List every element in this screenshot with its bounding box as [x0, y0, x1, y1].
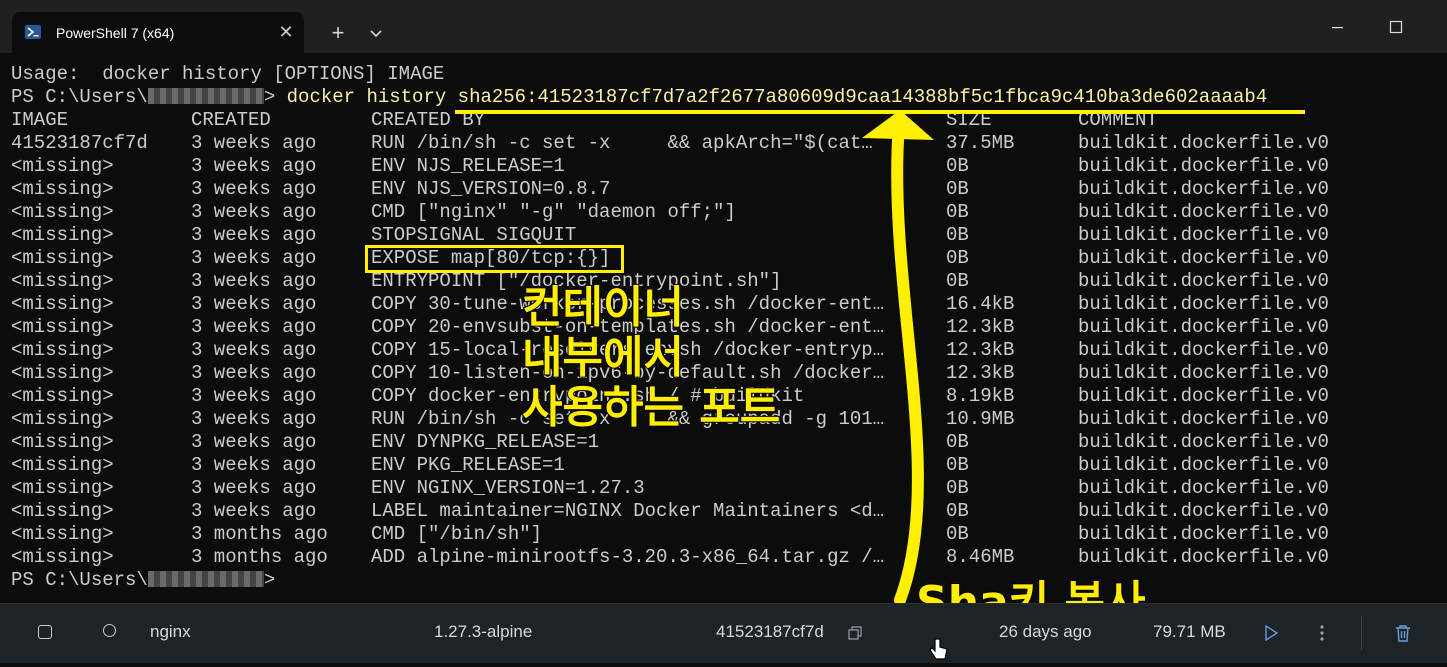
- image-created: 26 days ago: [999, 622, 1092, 641]
- status-circle-icon: [103, 624, 116, 637]
- port-note-line1: 컨테이너: [521, 282, 685, 334]
- trash-icon[interactable]: [1394, 623, 1412, 643]
- image-name[interactable]: nginx: [150, 622, 191, 642]
- port-note-line3: 사용하는 포트: [521, 382, 781, 434]
- port-note: 컨테이너 내부에서 사용하는 포트: [521, 282, 781, 434]
- row-checkbox[interactable]: [38, 625, 52, 639]
- copy-icon[interactable]: [848, 626, 862, 640]
- image-id: 41523187cf7d: [716, 622, 824, 641]
- hand-cursor-icon: [928, 637, 950, 662]
- image-tag: 1.27.3-alpine: [434, 622, 533, 641]
- action-separator: [1361, 616, 1362, 650]
- docker-image-row[interactable]: nginx 1.27.3-alpine 41523187cf7d 26 days…: [0, 603, 1447, 663]
- play-icon[interactable]: [1262, 624, 1280, 642]
- more-options-icon[interactable]: [1315, 623, 1329, 643]
- port-note-line2: 내부에서: [521, 332, 685, 384]
- image-size: 79.71 MB: [1153, 622, 1226, 641]
